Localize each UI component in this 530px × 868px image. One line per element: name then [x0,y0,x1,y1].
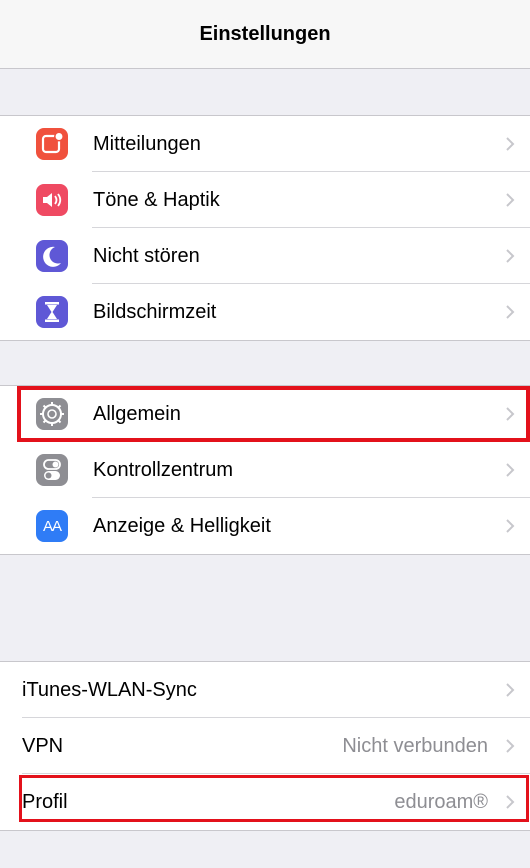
chevron-right-icon [506,683,515,697]
settings-row-anzeige-helligkeit[interactable]: AA Anzeige & Helligkeit [0,498,530,554]
settings-row-nicht-stoeren[interactable]: Nicht stören [0,228,530,284]
row-label: Mitteilungen [93,132,201,155]
row-label: Anzeige & Helligkeit [93,514,271,537]
chevron-right-icon [506,463,515,477]
vpn-status: Nicht verbunden [342,734,488,757]
row-label: Allgemein [93,402,181,425]
chevron-right-icon [506,739,515,753]
chevron-right-icon [506,519,515,533]
navigation-bar: Einstellungen [0,0,530,69]
row-label: Bildschirmzeit [93,300,217,323]
page-title: Einstellungen [199,22,331,45]
display-icon: AA [36,510,68,542]
gear-icon [36,398,68,430]
settings-row-profil[interactable]: Profil eduroam® [0,774,530,830]
settings-row-vpn[interactable]: VPN Nicht verbunden [0,718,530,774]
chevron-right-icon [506,193,515,207]
sound-icon [36,184,68,216]
settings-group-network: iTunes-WLAN-Sync VPN Nicht verbunden Pro… [0,661,530,831]
chevron-right-icon [506,795,515,809]
chevron-right-icon [506,305,515,319]
row-label: iTunes-WLAN-Sync [22,678,197,701]
row-label: Töne & Haptik [93,188,220,211]
display-icon-text: AA [42,517,62,535]
row-label: Nicht stören [93,244,200,267]
hourglass-icon [36,296,68,328]
settings-group-notifications: Mitteilungen Töne & Haptik Nicht stören [0,115,530,341]
settings-row-toene-haptik[interactable]: Töne & Haptik [0,172,530,228]
row-label: Kontrollzentrum [93,458,234,481]
profile-value: eduroam® [394,790,488,813]
row-label: VPN [22,734,64,757]
settings-row-kontrollzentrum[interactable]: Kontrollzentrum [0,442,530,498]
chevron-right-icon [506,249,515,263]
settings-group-general: Allgemein Kontrollzentrum AA Anzeige & H… [0,385,530,555]
settings-row-allgemein[interactable]: Allgemein [0,386,530,442]
settings-row-itunes-wlan-sync[interactable]: iTunes-WLAN-Sync [0,662,530,718]
chevron-right-icon [506,137,515,151]
toggles-icon [36,454,68,486]
notifications-icon [36,128,68,160]
chevron-right-icon [506,407,515,421]
settings-row-bildschirmzeit[interactable]: Bildschirmzeit [0,284,530,340]
settings-row-mitteilungen[interactable]: Mitteilungen [0,116,530,172]
row-label: Profil [22,790,68,813]
moon-icon [36,240,68,272]
